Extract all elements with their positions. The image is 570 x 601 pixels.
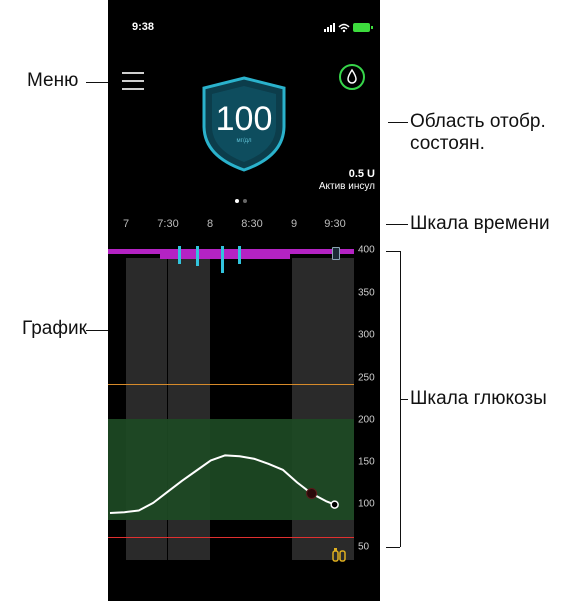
time-scale-annotation: Шкала времени [410, 213, 550, 234]
phone-screen: 9:38 100 мг/дл 0.5 U Актив инсул 7 7:30 … [108, 0, 380, 601]
chart-area[interactable] [108, 0, 380, 601]
glucose-scale-bracket-bottom [386, 547, 400, 548]
glucose-tick: 200 [358, 414, 375, 426]
glucose-tick: 100 [358, 498, 375, 510]
current-reading-dot [330, 500, 339, 509]
glucose-scale-pointer [400, 399, 408, 400]
glucose-tick: 300 [358, 329, 375, 341]
glucose-tick: 350 [358, 287, 375, 299]
event-marker [306, 488, 318, 500]
glucose-scale-bracket-top [386, 251, 400, 252]
status-area-annotation: Область отобр. состоян. [410, 111, 546, 154]
glucose-trend-chart [109, 454, 339, 515]
time-scale-annotation-line [386, 224, 408, 225]
sensor-warmup-icon [332, 548, 346, 562]
calibration-icon [332, 548, 346, 562]
glucose-tick: 250 [358, 372, 375, 384]
glucose-scale-annotation: Шкала глюкозы [410, 388, 547, 409]
menu-annotation: Меню [27, 70, 79, 91]
graph-annotation: График [22, 318, 87, 339]
glucose-line [109, 454, 336, 515]
glucose-tick: 50 [358, 541, 370, 553]
glucose-tick: 400 [358, 244, 375, 256]
status-area-annotation-line [388, 122, 408, 123]
glucose-tick: 150 [358, 456, 375, 468]
